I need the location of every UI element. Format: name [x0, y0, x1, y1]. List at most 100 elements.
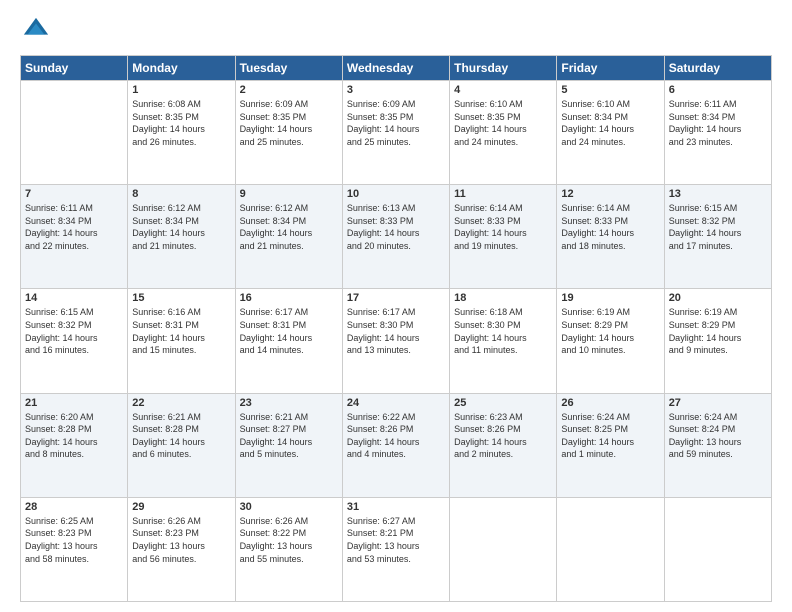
day-number: 25	[454, 397, 552, 409]
calendar-cell: 1 Sunrise: 6:08 AM Sunset: 8:35 PM Daylig…	[128, 81, 235, 185]
day-number: 18	[454, 292, 552, 304]
day-info: Sunrise: 6:21 AM Sunset: 8:28 PM Dayligh…	[132, 411, 230, 461]
day-info: Sunrise: 6:17 AM Sunset: 8:30 PM Dayligh…	[347, 306, 445, 356]
day-number: 2	[240, 84, 338, 96]
day-info: Sunrise: 6:26 AM Sunset: 8:23 PM Dayligh…	[132, 515, 230, 565]
calendar-cell: 5 Sunrise: 6:10 AM Sunset: 8:34 PM Daylig…	[557, 81, 664, 185]
calendar-cell: 2 Sunrise: 6:09 AM Sunset: 8:35 PM Daylig…	[235, 81, 342, 185]
calendar-table: SundayMondayTuesdayWednesdayThursdayFrid…	[20, 55, 772, 602]
day-info: Sunrise: 6:11 AM Sunset: 8:34 PM Dayligh…	[25, 202, 123, 252]
calendar-cell	[21, 81, 128, 185]
day-number: 19	[561, 292, 659, 304]
calendar-cell: 29 Sunrise: 6:26 AM Sunset: 8:23 PM Dayli…	[128, 497, 235, 601]
day-info: Sunrise: 6:20 AM Sunset: 8:28 PM Dayligh…	[25, 411, 123, 461]
weekday-header-monday: Monday	[128, 56, 235, 81]
day-number: 13	[669, 188, 767, 200]
day-number: 11	[454, 188, 552, 200]
calendar-cell	[557, 497, 664, 601]
day-info: Sunrise: 6:17 AM Sunset: 8:31 PM Dayligh…	[240, 306, 338, 356]
day-number: 4	[454, 84, 552, 96]
calendar-cell: 24 Sunrise: 6:22 AM Sunset: 8:26 PM Dayli…	[342, 393, 449, 497]
day-info: Sunrise: 6:10 AM Sunset: 8:35 PM Dayligh…	[454, 98, 552, 148]
calendar-cell: 30Sunrise: 6:26 AM Sunset: 8:22 PM Dayli…	[235, 497, 342, 601]
weekday-header-saturday: Saturday	[664, 56, 771, 81]
day-number: 20	[669, 292, 767, 304]
logo-icon	[22, 16, 50, 44]
calendar-cell: 25 Sunrise: 6:23 AM Sunset: 8:26 PM Dayli…	[450, 393, 557, 497]
day-info: Sunrise: 6:13 AM Sunset: 8:33 PM Dayligh…	[347, 202, 445, 252]
weekday-header-sunday: Sunday	[21, 56, 128, 81]
calendar-cell: 15Sunrise: 6:16 AM Sunset: 8:31 PM Dayli…	[128, 289, 235, 393]
calendar-cell: 13Sunrise: 6:15 AM Sunset: 8:32 PM Dayli…	[664, 185, 771, 289]
calendar-cell: 28 Sunrise: 6:25 AM Sunset: 8:23 PM Dayli…	[21, 497, 128, 601]
calendar-cell: 18 Sunrise: 6:18 AM Sunset: 8:30 PM Dayli…	[450, 289, 557, 393]
day-info: Sunrise: 6:19 AM Sunset: 8:29 PM Dayligh…	[669, 306, 767, 356]
day-number: 27	[669, 397, 767, 409]
calendar-cell: 31 Sunrise: 6:27 AM Sunset: 8:21 PM Dayli…	[342, 497, 449, 601]
week-row-4: 21Sunrise: 6:20 AM Sunset: 8:28 PM Dayli…	[21, 393, 772, 497]
calendar-cell: 22 Sunrise: 6:21 AM Sunset: 8:28 PM Dayli…	[128, 393, 235, 497]
day-number: 28	[25, 501, 123, 513]
day-info: Sunrise: 6:10 AM Sunset: 8:34 PM Dayligh…	[561, 98, 659, 148]
day-info: Sunrise: 6:19 AM Sunset: 8:29 PM Dayligh…	[561, 306, 659, 356]
header	[20, 16, 772, 49]
day-number: 23	[240, 397, 338, 409]
day-number: 6	[669, 84, 767, 96]
calendar-cell: 10 Sunrise: 6:13 AM Sunset: 8:33 PM Dayli…	[342, 185, 449, 289]
week-row-5: 28 Sunrise: 6:25 AM Sunset: 8:23 PM Dayli…	[21, 497, 772, 601]
day-number: 31	[347, 501, 445, 513]
day-info: Sunrise: 6:18 AM Sunset: 8:30 PM Dayligh…	[454, 306, 552, 356]
day-number: 16	[240, 292, 338, 304]
day-number: 14	[25, 292, 123, 304]
calendar-cell: 23Sunrise: 6:21 AM Sunset: 8:27 PM Dayli…	[235, 393, 342, 497]
logo	[20, 16, 50, 49]
day-number: 3	[347, 84, 445, 96]
day-number: 26	[561, 397, 659, 409]
day-info: Sunrise: 6:09 AM Sunset: 8:35 PM Dayligh…	[240, 98, 338, 148]
day-number: 29	[132, 501, 230, 513]
day-info: Sunrise: 6:27 AM Sunset: 8:21 PM Dayligh…	[347, 515, 445, 565]
calendar-cell: 12 Sunrise: 6:14 AM Sunset: 8:33 PM Dayli…	[557, 185, 664, 289]
calendar-cell: 6 Sunrise: 6:11 AM Sunset: 8:34 PM Daylig…	[664, 81, 771, 185]
week-row-1: 1 Sunrise: 6:08 AM Sunset: 8:35 PM Daylig…	[21, 81, 772, 185]
day-number: 8	[132, 188, 230, 200]
day-info: Sunrise: 6:22 AM Sunset: 8:26 PM Dayligh…	[347, 411, 445, 461]
day-number: 9	[240, 188, 338, 200]
calendar-cell	[450, 497, 557, 601]
calendar-cell: 8 Sunrise: 6:12 AM Sunset: 8:34 PM Daylig…	[128, 185, 235, 289]
week-row-3: 14Sunrise: 6:15 AM Sunset: 8:32 PM Dayli…	[21, 289, 772, 393]
day-number: 12	[561, 188, 659, 200]
calendar-cell: 14Sunrise: 6:15 AM Sunset: 8:32 PM Dayli…	[21, 289, 128, 393]
day-info: Sunrise: 6:08 AM Sunset: 8:35 PM Dayligh…	[132, 98, 230, 148]
calendar-cell: 20 Sunrise: 6:19 AM Sunset: 8:29 PM Dayli…	[664, 289, 771, 393]
day-number: 5	[561, 84, 659, 96]
calendar-cell: 19 Sunrise: 6:19 AM Sunset: 8:29 PM Dayli…	[557, 289, 664, 393]
weekday-header-wednesday: Wednesday	[342, 56, 449, 81]
day-info: Sunrise: 6:09 AM Sunset: 8:35 PM Dayligh…	[347, 98, 445, 148]
calendar-cell: 11Sunrise: 6:14 AM Sunset: 8:33 PM Dayli…	[450, 185, 557, 289]
calendar-cell: 4 Sunrise: 6:10 AM Sunset: 8:35 PM Daylig…	[450, 81, 557, 185]
day-info: Sunrise: 6:24 AM Sunset: 8:25 PM Dayligh…	[561, 411, 659, 461]
calendar-page: SundayMondayTuesdayWednesdayThursdayFrid…	[0, 0, 792, 612]
calendar-cell: 21Sunrise: 6:20 AM Sunset: 8:28 PM Dayli…	[21, 393, 128, 497]
day-info: Sunrise: 6:25 AM Sunset: 8:23 PM Dayligh…	[25, 515, 123, 565]
day-number: 15	[132, 292, 230, 304]
weekday-header-tuesday: Tuesday	[235, 56, 342, 81]
day-number: 10	[347, 188, 445, 200]
calendar-cell: 17Sunrise: 6:17 AM Sunset: 8:30 PM Dayli…	[342, 289, 449, 393]
day-number: 1	[132, 84, 230, 96]
day-info: Sunrise: 6:12 AM Sunset: 8:34 PM Dayligh…	[132, 202, 230, 252]
weekday-header-friday: Friday	[557, 56, 664, 81]
day-info: Sunrise: 6:23 AM Sunset: 8:26 PM Dayligh…	[454, 411, 552, 461]
calendar-cell: 7Sunrise: 6:11 AM Sunset: 8:34 PM Daylig…	[21, 185, 128, 289]
day-info: Sunrise: 6:14 AM Sunset: 8:33 PM Dayligh…	[561, 202, 659, 252]
day-number: 22	[132, 397, 230, 409]
week-row-2: 7Sunrise: 6:11 AM Sunset: 8:34 PM Daylig…	[21, 185, 772, 289]
day-number: 30	[240, 501, 338, 513]
weekday-header-row: SundayMondayTuesdayWednesdayThursdayFrid…	[21, 56, 772, 81]
calendar-cell	[664, 497, 771, 601]
calendar-cell: 26 Sunrise: 6:24 AM Sunset: 8:25 PM Dayli…	[557, 393, 664, 497]
day-number: 24	[347, 397, 445, 409]
calendar-cell: 16 Sunrise: 6:17 AM Sunset: 8:31 PM Dayli…	[235, 289, 342, 393]
day-info: Sunrise: 6:11 AM Sunset: 8:34 PM Dayligh…	[669, 98, 767, 148]
